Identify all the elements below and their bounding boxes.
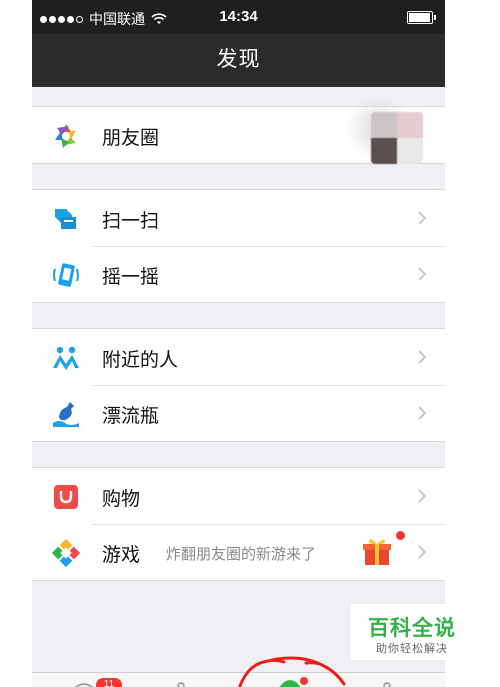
cell-games[interactable]: 游戏 炸翻朋友圈的新游来了 bbox=[32, 524, 445, 580]
nav-bar: 发现 bbox=[32, 34, 445, 87]
red-annotation-scribble bbox=[238, 656, 346, 687]
cell-label: 摇一摇 bbox=[102, 267, 160, 288]
battery-icon bbox=[407, 11, 436, 24]
games-icon bbox=[52, 539, 80, 567]
cell-label: 游戏 bbox=[102, 545, 141, 566]
page-title: 发现 bbox=[216, 48, 261, 71]
games-promo-text: 炸翻朋友圈的新游来了 bbox=[166, 546, 317, 563]
chevron-right-icon bbox=[418, 489, 427, 503]
scan-icon bbox=[55, 209, 76, 229]
me-tab-icon[interactable] bbox=[382, 681, 392, 687]
shake-icon bbox=[53, 263, 79, 287]
chevron-right-icon bbox=[418, 267, 427, 281]
page-margin bbox=[445, 0, 500, 687]
cell-drift-bottle[interactable]: 漂流瓶 bbox=[32, 385, 445, 441]
cell-label: 购物 bbox=[102, 489, 141, 510]
cell-moments[interactable]: 朋友圈 bbox=[32, 95, 445, 164]
moments-icon bbox=[55, 124, 76, 148]
cell-scan[interactable]: 扫一扫 bbox=[32, 190, 445, 246]
status-bar: 中国联通 14:34 bbox=[32, 0, 445, 34]
group-moments: 朋友圈 bbox=[32, 95, 445, 164]
cell-label: 扫一扫 bbox=[102, 211, 160, 232]
moments-new-post-thumbnail bbox=[371, 112, 423, 164]
chats-tab-icon[interactable] bbox=[70, 681, 98, 687]
watermark-brand: 百科全说 bbox=[368, 617, 456, 640]
chats-unread-badge: 11 bbox=[96, 678, 122, 687]
cell-label: 漂流瓶 bbox=[102, 406, 160, 427]
new-dot-badge bbox=[396, 531, 405, 540]
cell-shake[interactable]: 摇一摇 bbox=[32, 246, 445, 302]
chevron-right-icon bbox=[418, 350, 427, 364]
status-time: 14:34 bbox=[219, 8, 258, 25]
contacts-tab-icon[interactable] bbox=[176, 681, 186, 687]
cell-people-nearby[interactable]: 附近的人 bbox=[32, 329, 445, 385]
chevron-right-icon bbox=[418, 406, 427, 420]
drift-bottle-icon bbox=[53, 402, 79, 427]
cell-label: 附近的人 bbox=[102, 350, 179, 371]
gift-icon bbox=[363, 539, 391, 565]
phone-screen: 中国联通 14:34 发现 朋友圈 扫一扫 摇一摇 附近的人 漂流瓶 购物 游戏… bbox=[32, 0, 445, 687]
watermark-logo: 百科全说 助你轻松解决 bbox=[350, 604, 474, 660]
chevron-right-icon bbox=[418, 545, 427, 559]
cell-shopping[interactable]: 购物 bbox=[32, 468, 445, 524]
shopping-icon bbox=[54, 485, 78, 509]
group-scan-shake: 扫一扫 摇一摇 bbox=[32, 189, 445, 303]
group-shopping-games: 购物 游戏 炸翻朋友圈的新游来了 bbox=[32, 467, 445, 581]
watermark-subtitle: 助你轻松解决 bbox=[376, 643, 448, 655]
chevron-right-icon bbox=[418, 211, 427, 225]
people-nearby-icon bbox=[53, 346, 79, 370]
group-nearby-bottle: 附近的人 漂流瓶 bbox=[32, 328, 445, 442]
cell-label: 朋友圈 bbox=[102, 128, 160, 149]
